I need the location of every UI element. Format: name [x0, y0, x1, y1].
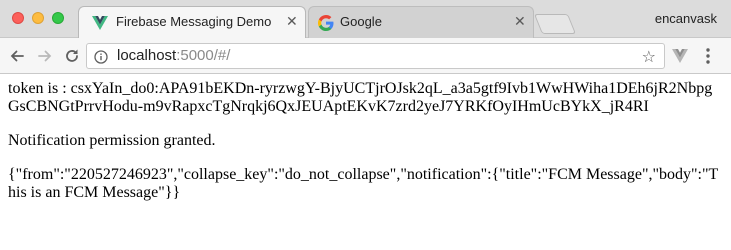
token-label: token is : — [8, 80, 71, 97]
browser-window: Firebase Messaging Demo ✕ Google ✕ encan… — [0, 0, 731, 250]
token-paragraph: token is : csxYaIn_do0:APA91bEKDn-ryrzwg… — [8, 80, 723, 116]
tab-strip: Firebase Messaging Demo ✕ Google ✕ encan… — [0, 0, 731, 39]
close-window-button[interactable] — [12, 12, 24, 24]
tab-google[interactable]: Google ✕ — [308, 6, 534, 39]
page-content: token is : csxYaIn_do0:APA91bEKDn-ryrzwg… — [8, 80, 723, 218]
message-json: {"from":"220527246923","collapse_key":"d… — [8, 166, 719, 201]
tab-title: Google — [340, 14, 382, 29]
minimize-window-button[interactable] — [32, 12, 44, 24]
url-host: localhost — [117, 47, 177, 64]
google-g-icon — [318, 15, 334, 31]
browser-toolbar: localhost:5000/#/ ☆ — [0, 38, 731, 74]
forward-arrow-icon[interactable] — [34, 45, 56, 67]
info-icon[interactable] — [94, 49, 108, 64]
bookmark-star-icon[interactable]: ☆ — [642, 47, 656, 66]
tab-firebase-messaging-demo[interactable]: Firebase Messaging Demo ✕ — [78, 6, 306, 39]
url-text: localhost:5000/#/ — [117, 47, 230, 64]
address-bar[interactable]: localhost:5000/#/ ☆ — [86, 43, 665, 69]
tab-title: Firebase Messaging Demo — [116, 14, 272, 29]
vue-devtools-icon[interactable] — [672, 48, 688, 64]
close-tab-icon[interactable]: ✕ — [514, 14, 526, 30]
reload-icon[interactable] — [61, 45, 83, 67]
permission-message: Notification permission granted. — [8, 132, 216, 149]
back-arrow-icon[interactable] — [6, 45, 28, 67]
new-tab-button[interactable] — [533, 14, 577, 34]
vue-logo-icon — [92, 15, 108, 31]
profile-name[interactable]: encanvask — [655, 11, 717, 26]
close-tab-icon[interactable]: ✕ — [286, 14, 298, 30]
url-path: :5000/#/ — [176, 47, 231, 64]
kebab-menu-icon[interactable] — [700, 47, 716, 65]
token-value: csxYaIn_do0:APA91bEKDn-ryrzwgY-BjyUCTjrO… — [8, 80, 713, 115]
zoom-window-button[interactable] — [52, 12, 64, 24]
